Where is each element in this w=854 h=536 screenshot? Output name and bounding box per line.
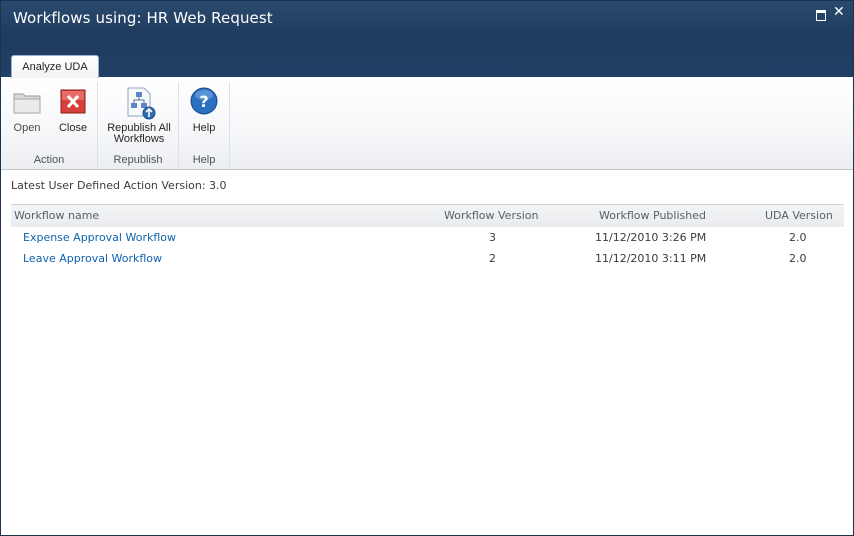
- folder-icon: [12, 86, 42, 118]
- uda-version-cell: 2.0: [789, 231, 807, 244]
- table-row: Leave Approval Workflow 2 11/12/2010 3:1…: [11, 249, 844, 269]
- column-header-uda-version[interactable]: UDA Version: [765, 209, 833, 222]
- workflow-link[interactable]: Leave Approval Workflow: [23, 252, 162, 265]
- column-header-workflow-version[interactable]: Workflow Version: [444, 209, 538, 222]
- svg-text:?: ?: [199, 92, 208, 111]
- republish-label-line2: Workflows: [113, 133, 165, 145]
- republish-icon: [122, 86, 156, 120]
- column-header-workflow-name[interactable]: Workflow name: [14, 209, 99, 222]
- open-label: Open: [13, 122, 41, 134]
- dialog-title: Workflows using: HR Web Request: [13, 9, 273, 27]
- help-label: Help: [192, 122, 216, 134]
- title-bar: Workflows using: HR Web Request ✕ Analyz…: [1, 1, 853, 79]
- close-icon[interactable]: ✕: [833, 4, 845, 20]
- table-row: Expense Approval Workflow 3 11/12/2010 3…: [11, 228, 844, 248]
- content-area: Latest User Defined Action Version: 3.0 …: [1, 170, 853, 535]
- maximize-icon[interactable]: [816, 10, 826, 21]
- workflow-published-cell: 11/12/2010 3:26 PM: [595, 231, 707, 244]
- close-red-icon: [58, 86, 88, 118]
- help-icon: ?: [189, 86, 219, 118]
- open-button[interactable]: Open: [9, 86, 45, 134]
- workflow-link[interactable]: Expense Approval Workflow: [23, 231, 176, 244]
- workflow-version-cell: 3: [489, 231, 496, 244]
- workflow-version-cell: 2: [489, 252, 496, 265]
- ribbon-group-republish: Republish All Workflows Republish: [98, 82, 179, 168]
- tab-analyze-uda[interactable]: Analyze UDA: [11, 55, 99, 79]
- republish-all-workflows-button[interactable]: Republish All Workflows: [102, 86, 176, 145]
- dialog-window: Workflows using: HR Web Request ✕ Analyz…: [0, 0, 854, 536]
- group-label-action: Action: [33, 154, 65, 166]
- ribbon-group-help: ? Help Help: [179, 82, 230, 168]
- close-label: Close: [58, 122, 88, 134]
- ribbon: Open Close Action Republish All Workflow…: [1, 78, 853, 170]
- help-button[interactable]: ? Help: [187, 86, 221, 134]
- ribbon-group-action: Open Close Action: [1, 82, 98, 168]
- latest-uda-version-text: Latest User Defined Action Version: 3.0: [11, 179, 227, 192]
- table-header: Workflow name Workflow Version Workflow …: [11, 204, 844, 227]
- group-label-help: Help: [192, 154, 216, 166]
- workflow-published-cell: 11/12/2010 3:11 PM: [595, 252, 707, 265]
- group-label-republish: Republish: [113, 154, 163, 166]
- close-button[interactable]: Close: [53, 86, 93, 134]
- uda-version-cell: 2.0: [789, 252, 807, 265]
- column-header-workflow-published[interactable]: Workflow Published: [599, 209, 706, 222]
